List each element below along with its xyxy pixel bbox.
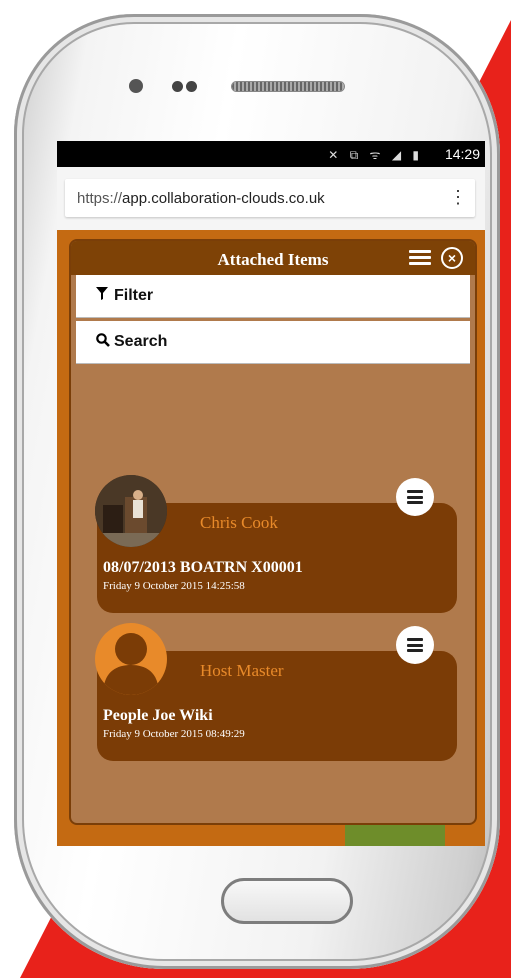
filter-icon xyxy=(96,287,108,304)
modal-header: Attached Items × xyxy=(71,241,475,275)
filter-bar[interactable]: Filter xyxy=(76,275,470,318)
earpiece-speaker xyxy=(232,82,344,91)
search-icon xyxy=(96,333,110,351)
item-menu-button[interactable] xyxy=(396,626,434,664)
search-label: Search xyxy=(114,333,168,350)
user-placeholder-icon xyxy=(95,623,167,695)
home-button[interactable] xyxy=(221,878,353,924)
hamburger-menu-icon[interactable] xyxy=(409,247,431,267)
attached-item-card[interactable]: Chris Cook 08/07/2013 BOATRN X00001 Frid… xyxy=(95,475,457,613)
browser-toolbar: https://app.collaboration-clouds.co.uk ⋮ xyxy=(57,167,485,230)
item-date: Friday 9 October 2015 14:25:58 xyxy=(103,580,245,592)
status-bar: ✕ ⧉ ᯤ ◢ ▮ 14:29 xyxy=(57,141,485,167)
author-name: Chris Cook xyxy=(200,513,278,532)
item-date: Friday 9 October 2015 08:49:29 xyxy=(103,728,245,740)
url-text: https://app.collaboration-clouds.co.uk xyxy=(77,190,325,207)
browser-menu-icon[interactable]: ⋮ xyxy=(449,187,467,208)
avatar xyxy=(95,475,167,547)
search-bar[interactable]: Search xyxy=(76,321,470,364)
sensor xyxy=(186,81,197,92)
filter-label: Filter xyxy=(114,287,154,304)
sensor xyxy=(172,81,183,92)
attached-item-card[interactable]: Host Master People Joe Wiki Friday 9 Oct… xyxy=(95,623,457,761)
status-icons: ✕ ⧉ ᯤ ◢ ▮ xyxy=(328,148,423,162)
phone-screen: ✕ ⧉ ᯤ ◢ ▮ 14:29 https://app.collaboratio… xyxy=(57,141,485,846)
attached-items-modal: Attached Items × Filter Search Chris Coo… xyxy=(71,241,475,823)
close-icon[interactable]: × xyxy=(441,247,463,269)
front-camera xyxy=(129,79,143,93)
address-bar[interactable]: https://app.collaboration-clouds.co.uk ⋮ xyxy=(65,179,475,217)
author-name: Host Master xyxy=(200,661,284,680)
item-title: 08/07/2013 BOATRN X00001 xyxy=(103,559,303,576)
status-clock: 14:29 xyxy=(444,146,480,162)
item-title: People Joe Wiki xyxy=(103,707,213,724)
item-menu-button[interactable] xyxy=(396,478,434,516)
